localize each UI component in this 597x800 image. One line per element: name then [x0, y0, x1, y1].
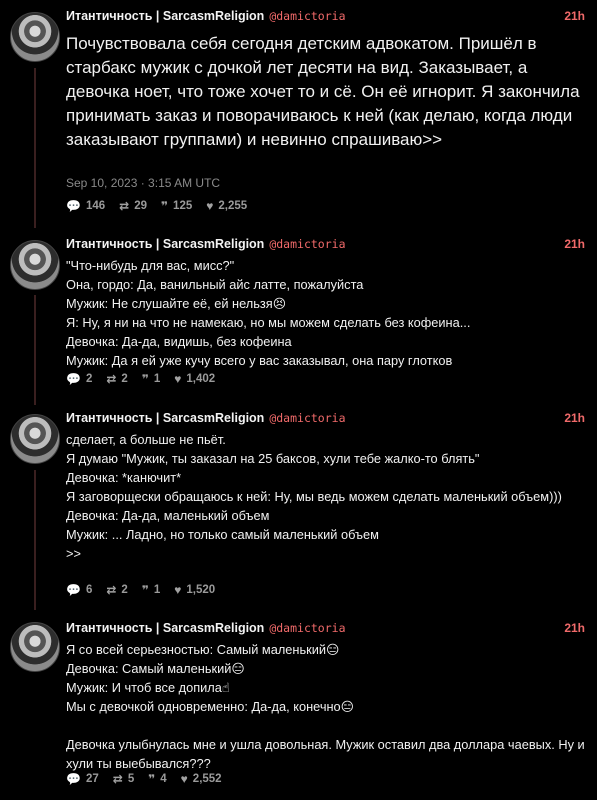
thread-line: [34, 68, 36, 228]
thread-line: [34, 470, 36, 610]
display-name[interactable]: Итантичность | SarcasmReligion: [66, 621, 264, 635]
display-name[interactable]: Итантичность | SarcasmReligion: [66, 237, 264, 251]
quote-count: 125: [173, 200, 193, 212]
repost-count: 5: [127, 773, 135, 785]
reply-count: 6: [85, 584, 93, 596]
username[interactable]: @damictoria: [269, 9, 345, 23]
like-button[interactable]: ♥ 2,552: [181, 772, 222, 786]
chat-bubble-icon: 💬: [66, 583, 81, 597]
like-button[interactable]: ♥ 2,255: [206, 199, 247, 213]
reply-count: 27: [85, 773, 99, 785]
chat-bubble-icon: 💬: [66, 772, 81, 786]
chat-bubble-icon: 💬: [66, 372, 81, 386]
repost-icon: ⇄: [119, 199, 130, 213]
avatar[interactable]: [10, 240, 60, 290]
username[interactable]: @damictoria: [269, 411, 345, 425]
reply-count: 2: [85, 373, 93, 385]
post-text: Почувствовала себя сегодня детским адвок…: [66, 34, 585, 149]
reply-count: 146: [85, 200, 106, 212]
heart-icon: ♥: [206, 199, 214, 213]
reply-button[interactable]: 💬 146: [66, 199, 105, 213]
timestamp[interactable]: 21h: [564, 9, 585, 23]
thread-line: [34, 295, 36, 405]
username[interactable]: @damictoria: [269, 237, 345, 251]
reply-button[interactable]: 💬 2: [66, 372, 92, 386]
like-count: 2,255: [218, 200, 248, 212]
post-header: Итантичность | SarcasmReligion @damictor…: [66, 236, 585, 252]
repost-count: 2: [121, 584, 128, 596]
reply-button[interactable]: 💬 27: [66, 772, 99, 786]
timestamp[interactable]: 21h: [564, 237, 585, 251]
quote-button[interactable]: ❞ 1: [142, 583, 160, 597]
post-actions: 💬 146 ⇄ 29 ❞ 125 ♥ 2,255: [66, 199, 247, 213]
post-actions: 💬 27 ⇄ 5 ❞ 4 ♥ 2,552: [66, 772, 222, 786]
display-name[interactable]: Итантичность | SarcasmReligion: [66, 411, 264, 425]
repost-icon: ⇄: [106, 372, 117, 386]
like-count: 1,520: [186, 584, 216, 596]
post-header: Итантичность | SarcasmReligion @damictor…: [66, 8, 585, 24]
repost-button[interactable]: ⇄ 2: [106, 372, 127, 386]
repost-button[interactable]: ⇄ 5: [113, 772, 134, 786]
quote-icon: ❞: [161, 199, 169, 213]
post-actions: 💬 2 ⇄ 2 ❞ 1 ♥ 1,402: [66, 372, 215, 386]
avatar[interactable]: [10, 12, 60, 62]
like-button[interactable]: ♥ 1,520: [174, 583, 215, 597]
repost-count: 29: [134, 200, 147, 212]
post-text: Я со всей серьезностью: Самый маленький😑…: [66, 642, 585, 771]
avatar[interactable]: [10, 622, 60, 672]
quote-count: 1: [153, 373, 161, 385]
heart-icon: ♥: [174, 583, 182, 597]
repost-icon: ⇄: [112, 772, 123, 786]
quote-icon: ❞: [141, 372, 149, 386]
timestamp[interactable]: 21h: [564, 411, 585, 425]
reply-button[interactable]: 💬 6: [66, 583, 92, 597]
post-text: "Что-нибудь для вас, мисс?" Она, гордо: …: [66, 258, 471, 368]
avatar[interactable]: [10, 414, 60, 464]
chat-bubble-icon: 💬: [66, 199, 81, 213]
display-name[interactable]: Итантичность | SarcasmReligion: [66, 9, 264, 23]
quote-count: 4: [160, 773, 167, 785]
thread: Итантичность | SarcasmReligion @damictor…: [0, 0, 597, 800]
quote-icon: ❞: [141, 583, 149, 597]
timestamp[interactable]: 21h: [564, 621, 585, 635]
quote-button[interactable]: ❞ 125: [161, 199, 192, 213]
repost-icon: ⇄: [106, 583, 117, 597]
repost-button[interactable]: ⇄ 2: [106, 583, 127, 597]
quote-icon: ❞: [148, 772, 156, 786]
post-date[interactable]: Sep 10, 2023 · 3:15 AM UTC: [66, 176, 220, 190]
heart-icon: ♥: [180, 772, 188, 786]
like-button[interactable]: ♥ 1,402: [174, 372, 215, 386]
quote-button[interactable]: ❞ 1: [142, 372, 160, 386]
repost-button[interactable]: ⇄ 29: [119, 199, 147, 213]
quote-button[interactable]: ❞ 4: [148, 772, 166, 786]
repost-count: 2: [121, 373, 128, 385]
post-header: Итантичность | SarcasmReligion @damictor…: [66, 410, 585, 426]
quote-count: 1: [153, 584, 161, 596]
like-count: 1,402: [186, 373, 216, 385]
post-header: Итантичность | SarcasmReligion @damictor…: [66, 620, 585, 636]
like-count: 2,552: [192, 773, 222, 785]
post-text: сделает, а больше не пьёт. Я думаю "Мужи…: [66, 432, 562, 561]
heart-icon: ♥: [174, 372, 182, 386]
post-actions: 💬 6 ⇄ 2 ❞ 1 ♥ 1,520: [66, 583, 215, 597]
username[interactable]: @damictoria: [269, 621, 345, 635]
